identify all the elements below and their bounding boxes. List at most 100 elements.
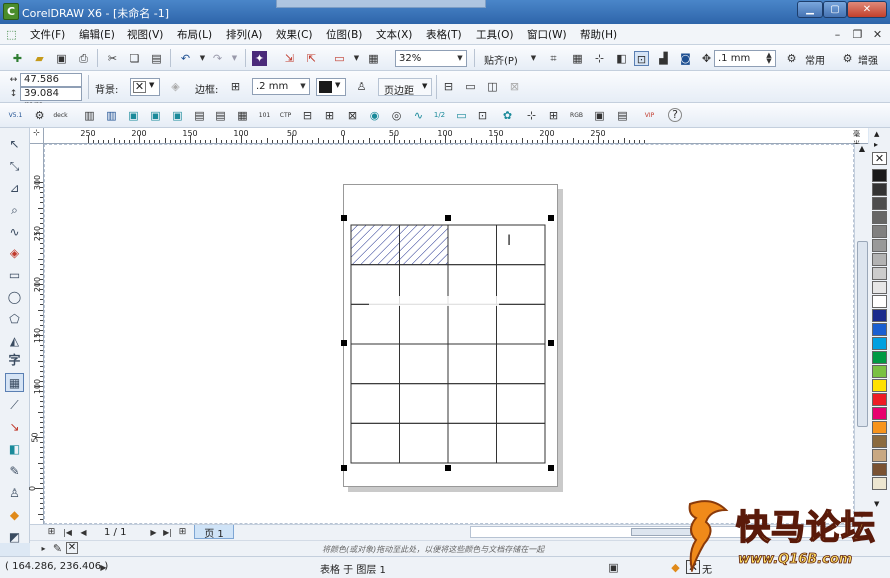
outline-tool-icon[interactable]: ♙ xyxy=(5,484,24,503)
table-cell-r3-c1[interactable] xyxy=(399,343,449,385)
table-object[interactable] xyxy=(350,224,546,464)
palette-swatch-13[interactable] xyxy=(872,351,887,364)
zoom-tool-icon[interactable]: ⌕ xyxy=(5,201,24,220)
minimize-button[interactable]: ▁ xyxy=(797,1,823,18)
menu-view[interactable]: 视图(V) xyxy=(127,27,163,42)
palette-swatch-15[interactable] xyxy=(872,379,887,392)
palette-swatch-8[interactable] xyxy=(872,281,887,294)
horizontal-ruler[interactable]: 25020015010050050100150200250毫米 xyxy=(30,128,868,148)
tool-k-icon[interactable]: ⊹ xyxy=(524,108,539,123)
tool-b-icon[interactable]: ⊞ xyxy=(322,108,337,123)
border-width-field[interactable]: .2 mm ▼ xyxy=(252,78,310,95)
nudge-spinner-icon[interactable]: ▲ ▼ xyxy=(764,52,774,65)
menu-table[interactable]: 表格(T) xyxy=(426,27,462,42)
help-icon[interactable]: ? xyxy=(668,108,682,122)
histogram-icon[interactable]: ▟ xyxy=(656,51,671,66)
border-width-dropdown-icon[interactable]: ▼ xyxy=(298,80,308,93)
palette-swatch-21[interactable] xyxy=(872,463,887,476)
selection-handle-tl[interactable] xyxy=(341,215,347,221)
table-cell-r5-c1[interactable] xyxy=(399,422,449,464)
page-tab-1[interactable]: 页 1 xyxy=(194,525,234,540)
palette-swatch-3[interactable] xyxy=(872,211,887,224)
version-icon[interactable]: V5.1 xyxy=(8,108,23,123)
numbering-icon[interactable]: 101 xyxy=(257,108,272,123)
last-page-icon[interactable]: ▶| xyxy=(160,525,175,540)
selection-handle-bc[interactable] xyxy=(445,465,451,471)
snap-to-menu[interactable]: 贴齐(P) xyxy=(484,52,518,67)
palette-swatch-5[interactable] xyxy=(872,239,887,252)
ruler-origin-icon[interactable]: ⊹ xyxy=(30,128,44,144)
menu-file[interactable]: 文件(F) xyxy=(30,27,65,42)
show-guidelines-icon[interactable]: ⊹ xyxy=(592,51,607,66)
doc-palette-eyedropper-icon[interactable]: ✎ xyxy=(50,541,65,556)
barcode-icon[interactable]: ▥ xyxy=(82,108,97,123)
doc-tool4-icon[interactable]: ▤ xyxy=(192,108,207,123)
ellipse-tool-icon[interactable]: ◯ xyxy=(5,288,24,307)
table-cell-r0-c3[interactable] xyxy=(496,224,546,266)
selection-handle-mr[interactable] xyxy=(548,340,554,346)
print-icon[interactable]: ⎙ xyxy=(76,51,91,66)
rgb-cmyk-icon[interactable]: RGB xyxy=(569,108,584,123)
palette-swatch-0[interactable] xyxy=(872,169,887,182)
border-select-icon[interactable]: ⊞ xyxy=(228,79,243,94)
tool-e-icon[interactable]: ◎ xyxy=(389,108,404,123)
menu-edit[interactable]: 编辑(E) xyxy=(79,27,115,42)
undo-icon[interactable]: ↶ xyxy=(178,51,193,66)
palette-swatch-16[interactable] xyxy=(872,393,887,406)
table-cell-r4-c1[interactable] xyxy=(399,383,449,424)
tool-j-icon[interactable]: ✿ xyxy=(500,108,515,123)
pick-tool-icon[interactable]: ↖ xyxy=(5,135,24,154)
connector-tool-icon[interactable]: ↘ xyxy=(5,418,24,437)
eyedropper-tool-icon[interactable]: ✎ xyxy=(5,462,24,481)
width-field[interactable]: 47.586 mm xyxy=(20,73,82,97)
crop-tool-icon[interactable]: ⊿ xyxy=(5,179,24,198)
menu-bitmaps[interactable]: 位图(B) xyxy=(326,27,362,42)
tool-l-icon[interactable]: ⊞ xyxy=(546,108,561,123)
blend-tool-icon[interactable]: ◧ xyxy=(5,440,24,459)
background-color-picker[interactable]: ✕ ▼ xyxy=(130,78,160,96)
menu-effects[interactable]: 效果(C) xyxy=(276,27,313,42)
scroll-up-icon[interactable]: ▲ xyxy=(856,144,868,156)
menu-arrange[interactable]: 排列(A) xyxy=(226,27,262,42)
cut-icon[interactable]: ✂ xyxy=(105,51,120,66)
selection-handle-br[interactable] xyxy=(548,465,554,471)
palette-swatch-18[interactable] xyxy=(872,421,887,434)
new-document-icon[interactable]: ✚ xyxy=(10,51,25,66)
paste-icon[interactable]: ▤ xyxy=(149,51,164,66)
palette-swatch-10[interactable] xyxy=(872,309,887,322)
polygon-tool-icon[interactable]: ⬠ xyxy=(5,310,24,329)
page-border-icon[interactable]: ⊡ xyxy=(634,51,649,66)
table-cell-r2-c2[interactable] xyxy=(447,303,497,345)
zoom-level-field[interactable]: 32% ▼ xyxy=(395,50,467,67)
workspace-common-label[interactable]: 常用 xyxy=(805,52,825,67)
selection-handle-tr[interactable] xyxy=(548,215,554,221)
copy-icon[interactable]: ❏ xyxy=(127,51,142,66)
menu-help[interactable]: 帮助(H) xyxy=(580,27,617,42)
table-cell-r3-c3[interactable] xyxy=(496,343,546,385)
app-launcher-dropdown-icon[interactable]: ▼ xyxy=(349,51,364,66)
status-expand-icon[interactable]: ▶ xyxy=(96,560,111,575)
palette-swatch-1[interactable] xyxy=(872,183,887,196)
table-cell-r1-c3[interactable] xyxy=(496,264,546,305)
unmerge-cells-icon[interactable]: ⊠ xyxy=(507,79,522,94)
vip-icon[interactable]: VIP xyxy=(642,108,657,123)
doc-tool1-icon[interactable]: ▣ xyxy=(126,108,141,123)
workspace-enhance-label[interactable]: 增强 xyxy=(858,52,878,67)
palette-swatch-20[interactable] xyxy=(872,449,887,462)
menu-text[interactable]: 文本(X) xyxy=(376,27,412,42)
add-page-after-icon[interactable]: ⊞ xyxy=(175,525,190,540)
palette-swatch-11[interactable] xyxy=(872,323,887,336)
height-field[interactable]: 39.084 mm xyxy=(20,87,82,111)
menu-layout[interactable]: 布局(L) xyxy=(177,27,212,42)
palette-swatch-9[interactable] xyxy=(872,295,887,308)
publish-pdf-icon[interactable]: ▭ xyxy=(332,51,347,66)
next-page-icon[interactable]: ▶ xyxy=(146,525,161,540)
welcome-screen-icon[interactable]: ▦ xyxy=(366,51,381,66)
rectangle-tool-icon[interactable]: ▭ xyxy=(5,266,24,285)
doc-tool5-icon[interactable]: ▤ xyxy=(213,108,228,123)
doc-palette-none-icon[interactable]: ✕ xyxy=(66,542,78,554)
edit-fill-icon[interactable]: ◈ xyxy=(168,79,183,94)
macro-icon[interactable]: ⚙ xyxy=(32,108,47,123)
snap-dropdown-icon[interactable]: ▼ xyxy=(526,51,541,66)
barcode2-icon[interactable]: ▥ xyxy=(104,108,119,123)
